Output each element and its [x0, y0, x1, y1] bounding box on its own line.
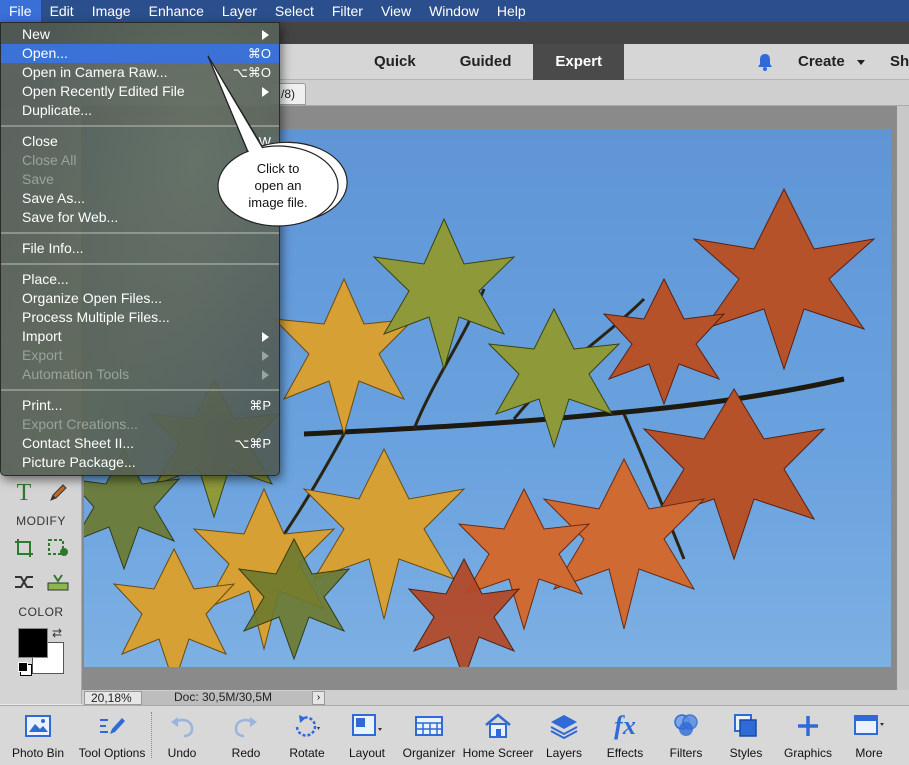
recompose-tool-icon[interactable] [44, 534, 72, 562]
swap-colors-icon[interactable]: ⇄ [52, 626, 62, 640]
effects-button[interactable]: fx Effects [602, 705, 648, 765]
rotate-button[interactable]: Rotate [284, 705, 330, 765]
straighten-tool-icon[interactable] [44, 568, 72, 596]
mode-quick[interactable]: Quick [352, 44, 438, 80]
home-screen-button[interactable]: Home Screer [460, 705, 536, 765]
menu-view[interactable]: View [372, 0, 420, 22]
mode-expert[interactable]: Expert [533, 44, 625, 80]
menu-help[interactable]: Help [488, 0, 535, 22]
menu-item-export-creations: Export Creations... [22, 416, 138, 432]
menu-select[interactable]: Select [266, 0, 323, 22]
menu-separator [1, 389, 279, 391]
styles-icon [730, 711, 762, 741]
graphics-button[interactable]: Graphics [780, 705, 836, 765]
mode-switcher: Quick Guided Expert [352, 44, 625, 80]
effects-fx-icon: fx [614, 711, 636, 740]
callout-text: Click to open an image file. [248, 161, 308, 210]
status-menu-arrow-icon[interactable]: › [312, 691, 325, 705]
menu-item-export: Export [1, 346, 279, 365]
menu-filter[interactable]: Filter [323, 0, 372, 22]
more-panels-icon [853, 711, 885, 741]
modify-section-label: MODIFY [16, 514, 66, 528]
tool-options-button[interactable]: Tool Options [74, 705, 150, 765]
menu-item-automation-tools: Automation Tools [1, 365, 279, 384]
zoom-level[interactable]: 20,18% [84, 691, 142, 705]
taskbar-separator [151, 712, 152, 758]
share-menu[interactable]: Sh [890, 44, 909, 80]
submenu-arrow-icon [262, 351, 269, 361]
content-aware-move-icon[interactable] [10, 568, 38, 596]
menu-item-organize-open-files[interactable]: Organize Open Files... [1, 289, 279, 308]
default-colors-icon[interactable] [18, 662, 28, 672]
menu-item-process-multiple[interactable]: Process Multiple Files... [1, 308, 279, 327]
rotate-icon [291, 711, 323, 741]
menu-enhance[interactable]: Enhance [140, 0, 213, 22]
create-menu[interactable]: Create [798, 44, 845, 80]
menu-item-import[interactable]: Import [1, 327, 279, 346]
pencil-tool-icon[interactable] [44, 479, 72, 507]
menubar: File Edit Image Enhance Layer Select Fil… [0, 0, 909, 22]
document-size: Doc: 30,5M/30,5M [142, 691, 312, 705]
submenu-arrow-icon [262, 332, 269, 342]
foreground-color-swatch[interactable] [18, 628, 48, 658]
mode-guided[interactable]: Guided [438, 44, 534, 80]
crop-tool-icon[interactable] [10, 534, 38, 562]
photo-bin-icon [22, 711, 54, 741]
vertical-scrollbar[interactable] [897, 106, 909, 690]
filters-button[interactable]: Filters [664, 705, 708, 765]
undo-icon [166, 711, 198, 741]
submenu-arrow-icon [262, 30, 269, 40]
color-section-label: COLOR [18, 605, 64, 619]
menu-file[interactable]: File [0, 0, 41, 22]
menu-item-new[interactable]: New [1, 25, 279, 44]
undo-button[interactable]: Undo [160, 705, 204, 765]
layout-icon [351, 711, 383, 741]
submenu-arrow-icon [262, 370, 269, 380]
plus-icon [792, 711, 824, 741]
menu-item-picture-package[interactable]: Picture Package... [1, 453, 279, 472]
organizer-icon [413, 711, 445, 741]
organizer-button[interactable]: Organizer [400, 705, 458, 765]
more-button[interactable]: More [846, 705, 892, 765]
layers-icon [548, 711, 580, 741]
photo-bin-button[interactable]: Photo Bin [8, 705, 68, 765]
menu-image[interactable]: Image [83, 0, 140, 22]
menu-layer[interactable]: Layer [213, 0, 266, 22]
menu-item-place[interactable]: Place... [1, 270, 279, 289]
menu-separator [1, 232, 279, 234]
redo-button[interactable]: Redo [224, 705, 268, 765]
menu-item-contact-sheet[interactable]: Contact Sheet II... ⌥⌘P [1, 434, 279, 453]
menu-item-file-info[interactable]: File Info... [1, 239, 279, 258]
tool-options-icon [96, 711, 128, 741]
layout-button[interactable]: Layout [344, 705, 390, 765]
menu-item-print[interactable]: Print... ⌘P [1, 396, 279, 415]
chevron-down-icon [857, 60, 865, 65]
type-tool-icon[interactable]: T [10, 479, 38, 507]
redo-icon [230, 711, 262, 741]
filters-icon [670, 711, 702, 741]
menu-edit[interactable]: Edit [41, 0, 83, 22]
menu-separator [1, 263, 279, 265]
layers-button[interactable]: Layers [542, 705, 586, 765]
notification-bell-icon[interactable] [755, 52, 775, 72]
menu-window[interactable]: Window [420, 0, 488, 22]
home-icon [482, 711, 514, 741]
styles-button[interactable]: Styles [724, 705, 768, 765]
